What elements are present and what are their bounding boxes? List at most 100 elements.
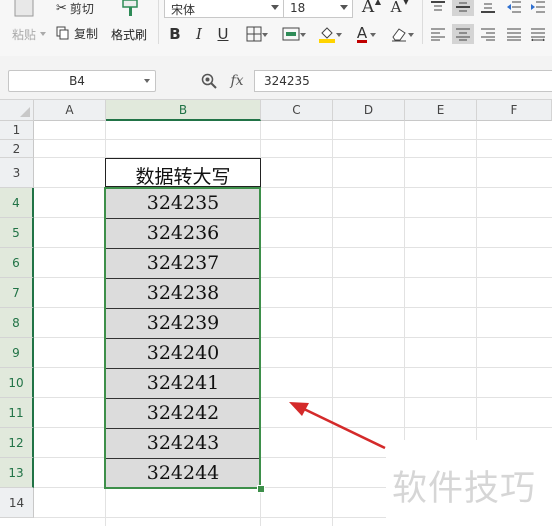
chevron-down-icon <box>370 33 376 37</box>
font-name-value: 宋体 <box>171 3 196 17</box>
borders-icon <box>246 26 262 42</box>
row-header-6[interactable]: 6 <box>0 248 34 278</box>
align-bottom-button[interactable] <box>478 0 498 16</box>
header-cell-text: 数据转大写 <box>135 166 231 188</box>
bold-icon: B <box>169 25 181 43</box>
name-box-value: B4 <box>69 74 85 88</box>
format-painter-label: 格式刷 <box>111 28 148 42</box>
distributed-align-button[interactable] <box>528 24 548 44</box>
down-caret-icon: ▼ <box>402 0 409 6</box>
formula-value: 324235 <box>264 74 310 88</box>
row-header-4[interactable]: 4 <box>0 188 34 218</box>
align-middle-button[interactable] <box>452 0 474 16</box>
align-middle-icon <box>456 2 470 12</box>
row-header-9[interactable]: 9 <box>0 338 34 368</box>
merge-cells-button[interactable] <box>276 24 306 44</box>
column-header-d[interactable]: D <box>333 100 405 121</box>
decrease-indent-icon <box>507 1 521 13</box>
format-painter-icon <box>122 0 138 16</box>
row-header-10[interactable]: 10 <box>0 368 34 398</box>
row-header-5[interactable]: 5 <box>0 218 34 248</box>
cut-label: 剪切 <box>69 1 94 16</box>
paste-label: 粘贴 <box>12 28 37 42</box>
ribbon-toolbar: 粘贴 ✂ 剪切 复制 格式刷 宋体 18 A ▲ A ▼ B I U A <box>0 0 552 57</box>
row-header-13[interactable]: 13 <box>0 458 34 488</box>
row-header-2[interactable]: 2 <box>0 140 34 158</box>
italic-icon: I <box>196 25 202 43</box>
row-header-1[interactable]: 1 <box>0 121 34 140</box>
borders-button[interactable] <box>240 24 268 44</box>
gridline-horizontal <box>34 139 552 140</box>
chevron-down-icon <box>144 79 150 83</box>
ribbon-separator <box>158 0 159 44</box>
copy-button[interactable]: 复制 <box>56 24 106 42</box>
watermark-text: 软件技巧 <box>392 469 537 509</box>
column-header-c[interactable]: C <box>261 100 333 121</box>
row-header-14[interactable]: 14 <box>0 488 34 518</box>
increase-indent-button[interactable] <box>528 0 548 16</box>
bold-button[interactable]: B <box>166 24 184 44</box>
merge-cells-icon <box>282 27 300 41</box>
paste-icon <box>14 0 34 17</box>
decrease-indent-button[interactable] <box>504 0 524 16</box>
chevron-down-icon <box>271 5 279 10</box>
increase-font-icon: A <box>361 0 375 17</box>
align-right-icon <box>481 28 495 40</box>
chevron-down-icon <box>336 33 342 37</box>
clear-format-button[interactable] <box>384 24 414 44</box>
font-size-value: 18 <box>290 1 306 15</box>
increase-font-size-button[interactable]: A ▲ <box>358 0 381 17</box>
column-header-e[interactable]: E <box>405 100 477 121</box>
column-header-a[interactable]: A <box>34 100 106 121</box>
chevron-down-icon <box>340 5 348 10</box>
column-header-b[interactable]: B <box>106 100 261 121</box>
underline-button[interactable]: U <box>214 24 232 44</box>
align-center-button[interactable] <box>452 24 474 44</box>
corner-triangle-icon <box>20 107 30 117</box>
insert-function-button[interactable]: fx <box>226 71 248 91</box>
gridline-vertical <box>332 121 333 526</box>
row-header-12[interactable]: 12 <box>0 428 34 458</box>
row-header-11[interactable]: 11 <box>0 398 34 428</box>
up-caret-icon: ▲ <box>374 0 381 6</box>
font-color-button[interactable]: A <box>348 24 376 44</box>
fill-handle[interactable] <box>257 485 265 493</box>
name-box[interactable]: B4 <box>8 70 156 92</box>
justify-button[interactable] <box>504 24 524 44</box>
column-header-f[interactable]: F <box>477 100 552 121</box>
eraser-icon <box>392 28 406 42</box>
fill-color-button[interactable] <box>312 24 342 44</box>
underline-icon: U <box>217 25 229 43</box>
align-top-icon <box>431 1 445 11</box>
fx-icon: fx <box>230 73 244 89</box>
header-cell-b3[interactable]: 数据转大写 <box>105 158 261 188</box>
font-name-select[interactable]: 宋体 <box>164 0 284 18</box>
align-left-button[interactable] <box>428 24 448 44</box>
justify-icon <box>507 28 521 40</box>
ribbon-separator <box>422 0 423 44</box>
font-size-select[interactable]: 18 <box>283 0 353 18</box>
align-right-button[interactable] <box>478 24 498 44</box>
zoom-formula-button[interactable] <box>200 71 218 91</box>
row-header-3[interactable]: 3 <box>0 158 34 188</box>
row-header-8[interactable]: 8 <box>0 308 34 338</box>
chevron-down-icon <box>408 33 414 37</box>
select-all-corner[interactable] <box>0 100 34 121</box>
copy-label: 复制 <box>74 26 99 41</box>
chevron-down-icon <box>262 33 268 37</box>
scissors-icon: ✂ <box>56 0 67 16</box>
decrease-font-size-button[interactable]: A ▼ <box>386 0 409 17</box>
paste-dropdown-arrow[interactable] <box>40 32 46 36</box>
italic-button[interactable]: I <box>190 24 208 44</box>
copy-icon <box>56 26 69 40</box>
formula-input[interactable]: 324235 <box>254 70 552 92</box>
increase-indent-icon <box>531 1 545 13</box>
decrease-font-icon: A <box>390 0 402 16</box>
font-color-icon: A <box>356 23 368 43</box>
paint-bucket-icon <box>319 27 335 43</box>
watermark: 软件技巧 <box>386 440 552 526</box>
row-header-7[interactable]: 7 <box>0 278 34 308</box>
align-top-button[interactable] <box>428 0 448 16</box>
cut-button[interactable]: ✂ 剪切 <box>56 0 106 16</box>
selection-border <box>104 187 261 489</box>
